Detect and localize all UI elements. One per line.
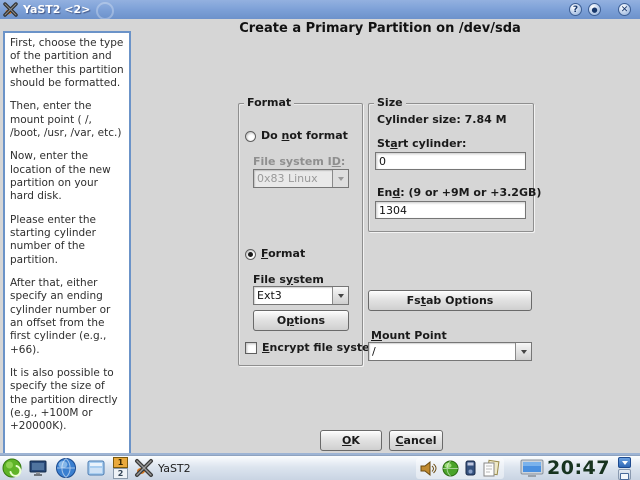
help-paragraph: After that, either specify an ending cyl… xyxy=(10,276,111,356)
file-system-combobox[interactable]: Ext3 xyxy=(253,286,349,305)
format-radio-label: Format xyxy=(261,247,306,260)
control-panel-icon[interactable] xyxy=(86,458,106,478)
start-cylinder-input[interactable] xyxy=(375,152,526,170)
combo-arrow-button xyxy=(332,170,348,187)
arrow-down-icon xyxy=(621,461,628,465)
taskbar-clock[interactable]: 20:47 xyxy=(547,457,610,479)
format-group-legend: Format xyxy=(244,96,295,109)
pager-desktop-1[interactable]: 1 xyxy=(113,457,128,468)
help-paragraph: It is also possible to specify the size … xyxy=(10,366,118,433)
combo-arrow-button[interactable] xyxy=(332,287,348,304)
format-group: Format Do not format File system ID: 0x8… xyxy=(238,96,381,366)
file-system-id-combobox: 0x83 Linux xyxy=(253,169,349,188)
pager-desktop-2[interactable]: 2 xyxy=(113,468,128,479)
terminal-monitor-icon[interactable] xyxy=(28,458,48,478)
tray-device-icon[interactable] xyxy=(462,459,479,477)
end-cylinder-label: End: (9 or +9M or +3.2GB) xyxy=(377,186,542,199)
encrypt-file-system-checkbox[interactable] xyxy=(245,342,257,354)
network-globe-icon[interactable] xyxy=(442,460,459,477)
cylinder-size-label: Cylinder size: 7.84 M xyxy=(377,113,507,126)
panel-lock-icon[interactable] xyxy=(618,469,631,480)
window-titlebar[interactable]: YaST2 <2> ? ● ✕ xyxy=(0,0,640,20)
window-maximize-button[interactable]: ● xyxy=(588,3,601,16)
chevron-down-icon xyxy=(520,349,527,354)
size-group: Size Cylinder size: 7.84 M Start cylinde… xyxy=(368,96,541,232)
start-menu-geeko-icon[interactable] xyxy=(2,458,22,478)
chevron-down-icon xyxy=(337,176,344,181)
cancel-button[interactable]: Cancel xyxy=(389,430,443,451)
taskbar-task-yast2[interactable]: YaST2 xyxy=(158,462,191,475)
taskbar: 1 2 YaST2 20:47 xyxy=(0,455,640,480)
clipboard-klipper-icon[interactable] xyxy=(481,459,500,478)
start-cylinder-label: Start cylinder: xyxy=(377,137,467,150)
ok-button[interactable]: OK xyxy=(320,430,382,451)
help-paragraph: Please enter the starting cylinder numbe… xyxy=(10,213,96,266)
fstab-options-button[interactable]: Fs t ab Options xyxy=(368,290,532,311)
help-panel: First, choose the type of the partition … xyxy=(3,31,131,455)
help-paragraph: Then, enter the mount point ( /, /boot, … xyxy=(10,100,122,139)
yast-window-icon xyxy=(3,2,18,17)
file-system-id-label: File system ID: xyxy=(253,155,346,168)
do-not-format-radio[interactable] xyxy=(245,131,256,142)
options-button[interactable]: Op tions xyxy=(253,310,349,331)
mount-point-combobox[interactable]: / xyxy=(368,342,532,361)
file-system-id-value: 0x83 Linux xyxy=(257,172,318,185)
encrypt-file-system-label: Encrypt file system xyxy=(262,341,382,354)
web-browser-globe-icon[interactable] xyxy=(55,457,77,479)
combo-arrow-button[interactable] xyxy=(515,343,531,360)
format-radio[interactable] xyxy=(245,249,256,260)
display-settings-monitor-icon[interactable] xyxy=(519,458,545,479)
help-paragraph: First, choose the type of the partition … xyxy=(10,37,124,89)
volume-speaker-icon[interactable] xyxy=(420,460,438,478)
window-help-button[interactable]: ? xyxy=(569,3,582,16)
titlebar-swirl-decoration xyxy=(96,2,114,20)
file-system-value: Ext3 xyxy=(257,289,282,302)
yast-dialog-content: First, choose the type of the partition … xyxy=(0,19,640,455)
window-title: YaST2 <2> xyxy=(23,3,91,16)
yast-task-icon[interactable] xyxy=(134,458,154,478)
chevron-down-icon xyxy=(337,293,344,298)
do-not-format-label: Do not format xyxy=(261,129,348,142)
end-cylinder-input[interactable] xyxy=(375,201,526,219)
size-group-legend: Size xyxy=(374,96,406,109)
window-close-button[interactable]: ✕ xyxy=(618,3,631,16)
mount-point-label: Mount Point xyxy=(371,329,447,342)
file-system-label: File system xyxy=(253,273,324,286)
help-paragraph: Now, enter the location of the new parti… xyxy=(10,150,111,203)
mount-point-value: / xyxy=(372,345,376,358)
page-title: Create a Primary Partition on /dev/sda xyxy=(239,21,521,36)
panel-hide-arrow-icon[interactable] xyxy=(618,457,631,468)
